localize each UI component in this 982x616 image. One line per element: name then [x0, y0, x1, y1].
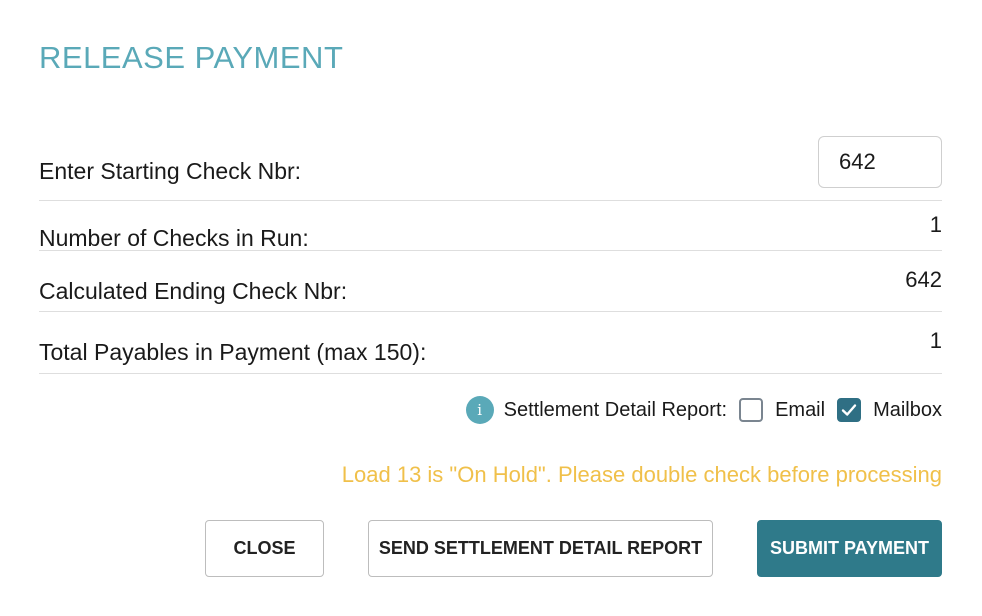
on-hold-warning: Load 13 is "On Hold". Please double chec…	[341, 462, 942, 487]
email-option[interactable]: Email	[739, 398, 825, 422]
email-checkbox[interactable]	[739, 398, 764, 422]
starting-check-row: Enter Starting Check Nbr: 642	[39, 130, 942, 201]
dialog-actions: CLOSE SEND SETTLEMENT DETAIL REPORT SUBM…	[205, 520, 942, 577]
payment-fields: Enter Starting Check Nbr: 642 Number of …	[39, 130, 942, 374]
total-payables-value: 1	[929, 327, 942, 353]
total-payables-label: Total Payables in Payment (max 150):	[39, 339, 427, 365]
checkmark-icon	[841, 404, 857, 416]
close-button[interactable]: CLOSE	[205, 520, 324, 577]
email-label: Email	[775, 398, 826, 421]
send-settlement-report-button[interactable]: SEND SETTLEMENT DETAIL REPORT	[368, 520, 713, 577]
mailbox-option[interactable]: Mailbox	[837, 398, 942, 422]
mailbox-checkbox[interactable]	[837, 398, 862, 422]
info-icon[interactable]: i	[465, 396, 494, 424]
starting-check-input[interactable]: 642	[818, 136, 942, 188]
ending-check-label: Calculated Ending Check Nbr:	[39, 277, 348, 304]
num-checks-value: 1	[929, 211, 942, 237]
mailbox-label: Mailbox	[873, 398, 942, 421]
starting-check-label: Enter Starting Check Nbr:	[39, 157, 302, 184]
total-payables-row: Total Payables in Payment (max 150): 1	[39, 312, 942, 374]
ending-check-row: Calculated Ending Check Nbr: 642	[39, 251, 942, 312]
num-checks-label: Number of Checks in Run:	[39, 225, 309, 251]
settlement-report-label: Settlement Detail Report:	[503, 398, 728, 421]
ending-check-value: 642	[905, 267, 942, 292]
dialog-title: RELEASE PAYMENT	[39, 40, 344, 75]
num-checks-row: Number of Checks in Run: 1	[39, 201, 942, 251]
settlement-report-options: i Settlement Detail Report: Email Mailbo…	[465, 396, 942, 424]
submit-payment-button[interactable]: SUBMIT PAYMENT	[757, 520, 942, 577]
